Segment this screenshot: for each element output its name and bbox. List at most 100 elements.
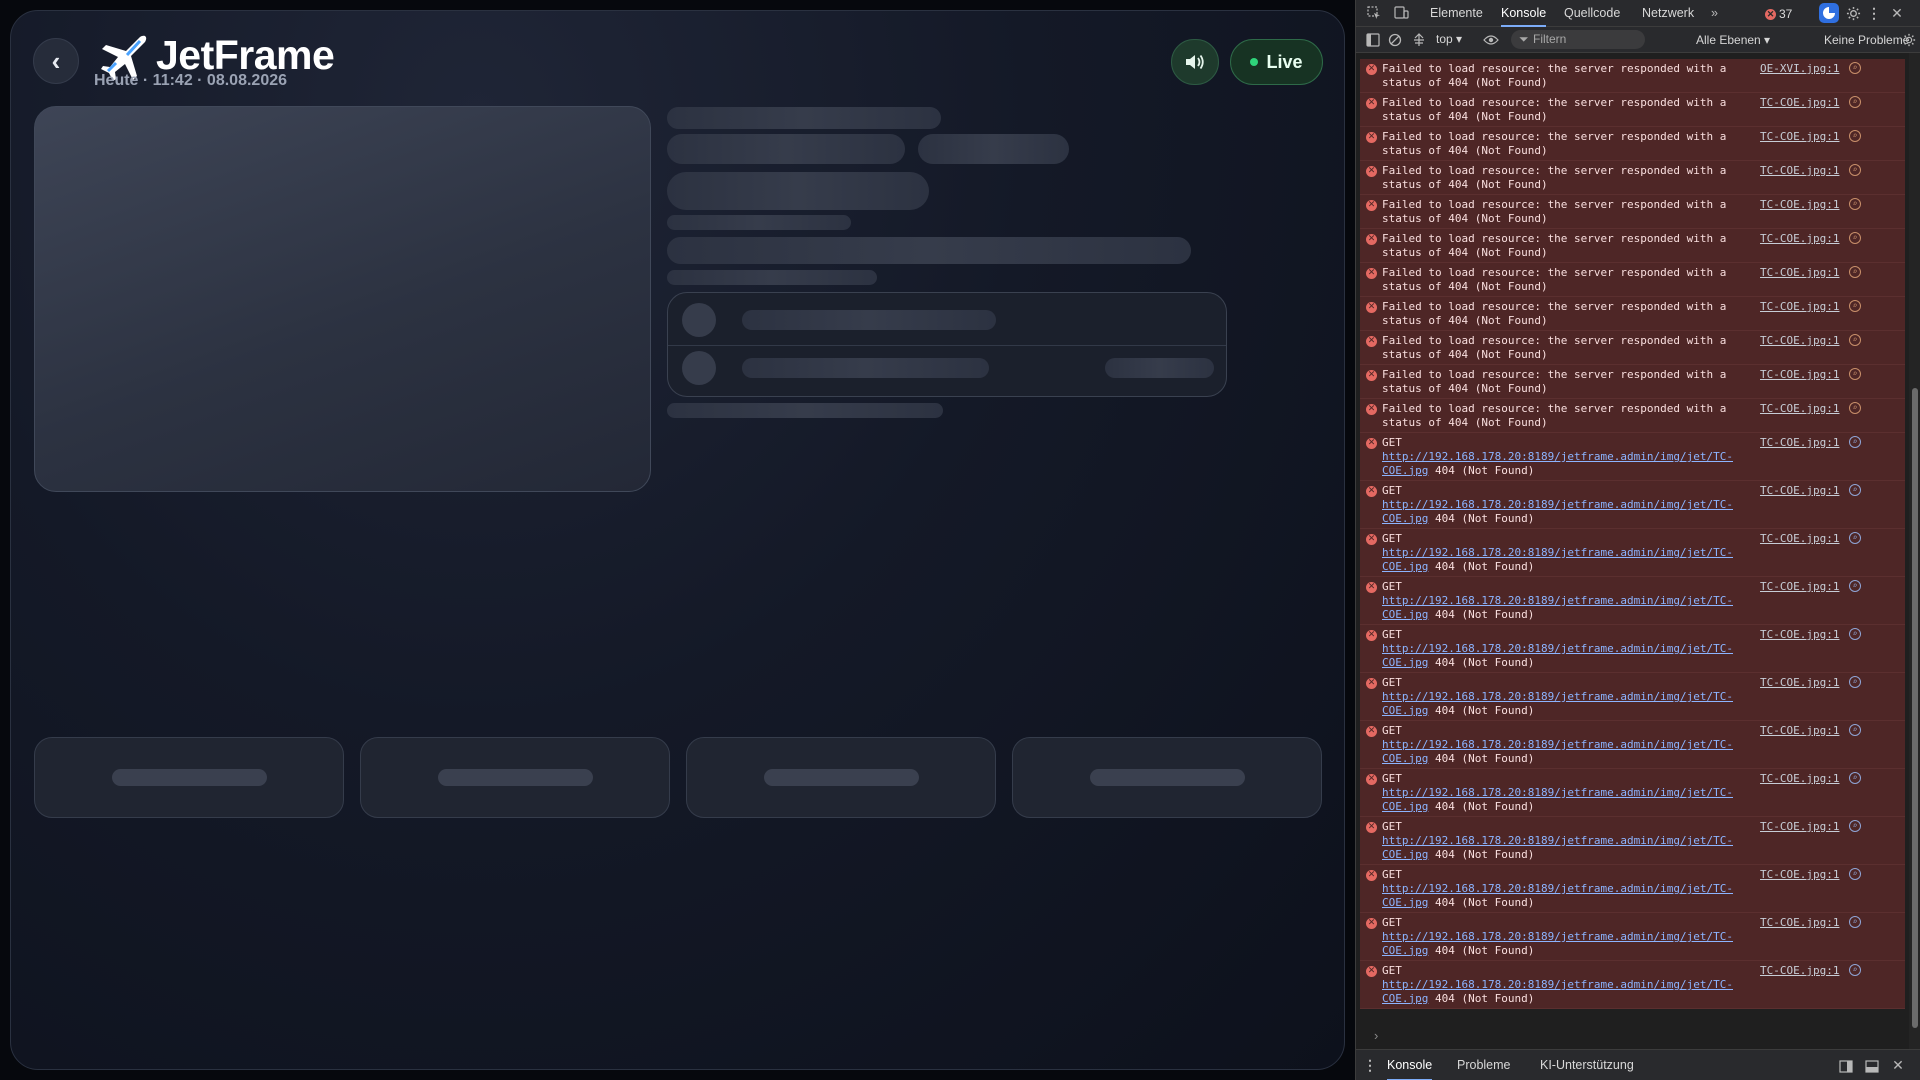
source-link[interactable]: TC-COE.jpg:1 (1760, 868, 1839, 882)
source-link[interactable]: TC-COE.jpg:1 (1760, 232, 1839, 246)
source-link[interactable]: TC-COE.jpg:1 (1760, 300, 1839, 314)
source-link[interactable]: TC-COE.jpg:1 (1760, 676, 1839, 690)
source-link[interactable]: TC-COE.jpg:1 (1760, 580, 1839, 594)
source-link[interactable]: TC-COE.jpg:1 (1760, 402, 1839, 416)
console-error-message[interactable]: ✕ GET http://192.168.178.20:8189/jetframe.… (1360, 913, 1905, 961)
search-request-icon[interactable]: ⌕ (1849, 724, 1861, 736)
search-request-icon[interactable]: ⌕ (1849, 628, 1861, 640)
console-error-message[interactable]: ✕ Failed to load resource: the server res… (1360, 229, 1905, 263)
search-request-icon[interactable]: ⌕ (1849, 820, 1861, 832)
search-request-icon[interactable]: ⌕ (1849, 436, 1861, 448)
console-error-message[interactable]: ✕ GET http://192.168.178.20:8189/jetframe.… (1360, 625, 1905, 673)
network-request-icon[interactable]: ⌕ (1849, 164, 1861, 176)
source-link[interactable]: TC-COE.jpg:1 (1760, 628, 1839, 642)
console-error-message[interactable]: ✕ GET http://192.168.178.20:8189/jetframe.… (1360, 721, 1905, 769)
console-error-message[interactable]: ✕ GET http://192.168.178.20:8189/jetframe.… (1360, 673, 1905, 721)
network-request-icon[interactable]: ⌕ (1849, 232, 1861, 244)
log-levels-dropdown[interactable]: Alle Ebenen ▾ (1696, 33, 1770, 47)
console-error-message[interactable]: ✕ Failed to load resource: the server res… (1360, 331, 1905, 365)
source-link[interactable]: TC-COE.jpg:1 (1760, 484, 1839, 498)
search-request-icon[interactable]: ⌕ (1849, 868, 1861, 880)
maximize-drawer-icon[interactable] (1864, 1058, 1880, 1074)
drawer-tab-ki-unterstuetzung[interactable]: KI-Unterstützung (1540, 1050, 1634, 1080)
search-request-icon[interactable]: ⌕ (1849, 772, 1861, 784)
source-link[interactable]: TC-COE.jpg:1 (1760, 820, 1839, 834)
source-link[interactable]: TC-COE.jpg:1 (1760, 532, 1839, 546)
console-error-message[interactable]: ✕ GET http://192.168.178.20:8189/jetframe.… (1360, 961, 1905, 1009)
drawer-tab-konsole[interactable]: Konsole (1387, 1050, 1433, 1080)
network-request-icon[interactable]: ⌕ (1849, 266, 1861, 278)
network-request-icon[interactable]: ⌕ (1849, 334, 1861, 346)
drawer-tab-probleme[interactable]: Probleme (1457, 1050, 1511, 1080)
console-error-message[interactable]: ✕ GET http://192.168.178.20:8189/jetframe.… (1360, 433, 1905, 481)
source-link[interactable]: TC-COE.jpg:1 (1760, 916, 1839, 930)
console-error-message[interactable]: ✕ Failed to load resource: the server res… (1360, 297, 1905, 331)
source-link[interactable]: TC-COE.jpg:1 (1760, 334, 1839, 348)
console-filter-input[interactable]: ⏷ Filtern (1511, 30, 1645, 49)
search-request-icon[interactable]: ⌕ (1849, 916, 1861, 928)
tab-elemente[interactable]: Elemente (1430, 0, 1483, 27)
clear-console-icon[interactable] (1387, 32, 1403, 48)
inspect-element-icon[interactable] (1366, 5, 1382, 21)
console-error-message[interactable]: ✕ GET http://192.168.178.20:8189/jetframe.… (1360, 865, 1905, 913)
source-link[interactable]: TC-COE.jpg:1 (1760, 130, 1839, 144)
back-button[interactable]: ‹ (33, 38, 79, 84)
console-messages[interactable]: ✕ Failed to load resource: the server res… (1356, 53, 1909, 1049)
console-prompt[interactable]: › (1374, 1028, 1378, 1043)
network-request-icon[interactable]: ⌕ (1849, 96, 1861, 108)
source-link[interactable]: TC-COE.jpg:1 (1760, 436, 1839, 450)
console-error-message[interactable]: ✕ Failed to load resource: the server res… (1360, 59, 1905, 93)
tab-konsole[interactable]: Konsole (1501, 0, 1547, 27)
tab-quellcode[interactable]: Quellcode (1564, 0, 1620, 27)
more-tabs-icon[interactable]: » (1711, 0, 1718, 27)
device-toolbar-icon[interactable] (1393, 5, 1409, 21)
more-options-icon[interactable]: ⋮ (1867, 4, 1881, 22)
console-error-message[interactable]: ✕ Failed to load resource: the server res… (1360, 127, 1905, 161)
network-request-icon[interactable]: ⌕ (1849, 130, 1861, 142)
network-request-icon[interactable]: ⌕ (1849, 300, 1861, 312)
settings-gear-icon[interactable] (1845, 5, 1861, 21)
drawer-menu-icon[interactable]: ⋮ (1363, 1057, 1377, 1073)
source-link[interactable]: TC-COE.jpg:1 (1760, 266, 1839, 280)
close-drawer-icon[interactable]: ✕ (1890, 1057, 1906, 1073)
source-link[interactable]: TC-COE.jpg:1 (1760, 96, 1839, 110)
console-error-message[interactable]: ✕ GET http://192.168.178.20:8189/jetframe.… (1360, 817, 1905, 865)
close-devtools-icon[interactable]: ✕ (1889, 4, 1905, 22)
network-request-icon[interactable]: ⌕ (1849, 62, 1861, 74)
sound-toggle-button[interactable] (1171, 39, 1219, 85)
console-error-message[interactable]: ✕ GET http://192.168.178.20:8189/jetframe.… (1360, 577, 1905, 625)
console-error-message[interactable]: ✕ Failed to load resource: the server res… (1360, 161, 1905, 195)
search-request-icon[interactable]: ⌕ (1849, 532, 1861, 544)
eye-icon[interactable] (1482, 32, 1500, 48)
extension-badge-icon[interactable] (1819, 3, 1839, 23)
source-link[interactable]: TC-COE.jpg:1 (1760, 772, 1839, 786)
tab-netzwerk[interactable]: Netzwerk (1642, 0, 1694, 27)
scrollbar-thumb[interactable] (1912, 388, 1918, 1028)
search-request-icon[interactable]: ⌕ (1849, 484, 1861, 496)
source-link[interactable]: TC-COE.jpg:1 (1760, 724, 1839, 738)
source-link[interactable]: OE-XVI.jpg:1 (1760, 62, 1839, 76)
source-link[interactable]: TC-COE.jpg:1 (1760, 198, 1839, 212)
source-link[interactable]: TC-COE.jpg:1 (1760, 164, 1839, 178)
search-request-icon[interactable]: ⌕ (1849, 580, 1861, 592)
console-error-message[interactable]: ✕ GET http://192.168.178.20:8189/jetframe.… (1360, 481, 1905, 529)
console-error-message[interactable]: ✕ Failed to load resource: the server res… (1360, 93, 1905, 127)
error-counter[interactable]: ✕ 37 (1765, 7, 1792, 21)
sidebar-toggle-icon[interactable] (1365, 32, 1381, 48)
issues-indicator[interactable]: Keine Probleme (1824, 33, 1909, 47)
live-button[interactable]: Live (1230, 39, 1323, 85)
network-request-icon[interactable]: ⌕ (1849, 368, 1861, 380)
create-live-expression-icon[interactable] (1411, 32, 1427, 48)
console-error-message[interactable]: ✕ Failed to load resource: the server res… (1360, 195, 1905, 229)
source-link[interactable]: TC-COE.jpg:1 (1760, 368, 1839, 382)
dock-side-icon[interactable] (1838, 1058, 1854, 1074)
console-scrollbar[interactable] (1909, 53, 1920, 1049)
console-error-message[interactable]: ✕ Failed to load resource: the server res… (1360, 263, 1905, 297)
console-error-message[interactable]: ✕ Failed to load resource: the server res… (1360, 399, 1905, 433)
console-error-message[interactable]: ✕ GET http://192.168.178.20:8189/jetframe.… (1360, 529, 1905, 577)
source-link[interactable]: TC-COE.jpg:1 (1760, 964, 1839, 978)
search-request-icon[interactable]: ⌕ (1849, 964, 1861, 976)
console-settings-gear-icon[interactable] (1901, 32, 1917, 48)
network-request-icon[interactable]: ⌕ (1849, 198, 1861, 210)
search-request-icon[interactable]: ⌕ (1849, 676, 1861, 688)
